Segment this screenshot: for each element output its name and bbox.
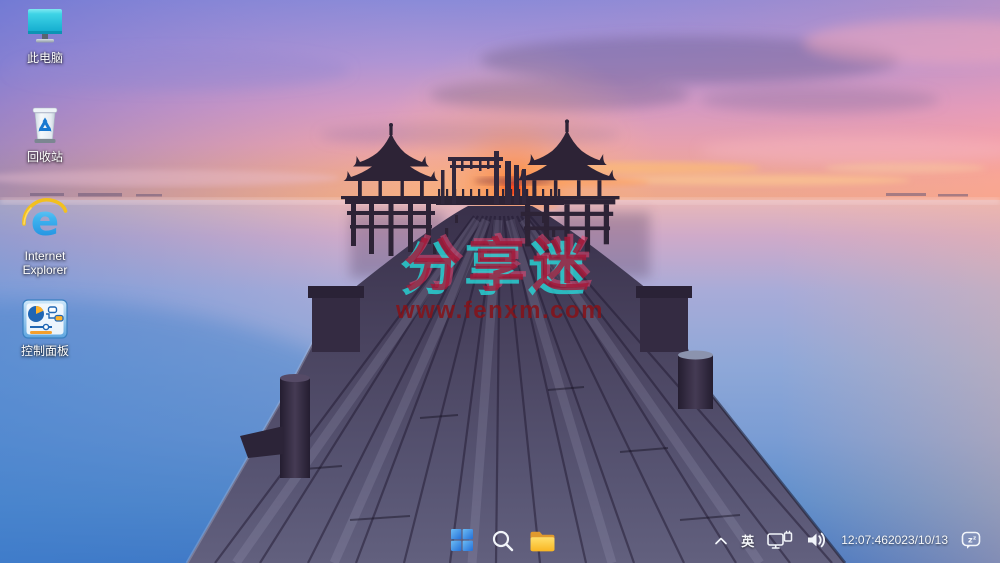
desktop: 分享迷 www.fenxm.com 此电脑 bbox=[0, 0, 1000, 563]
search-button[interactable] bbox=[486, 521, 518, 559]
tray-volume[interactable] bbox=[804, 523, 830, 557]
tray-hidden-icons-chevron[interactable] bbox=[712, 523, 730, 557]
tray-clock[interactable]: 12:07:46 2023/10/13 bbox=[839, 523, 950, 557]
desktop-icon-label: 回收站 bbox=[27, 150, 63, 164]
tray-language-indicator[interactable]: 英 bbox=[739, 523, 756, 557]
start-button[interactable] bbox=[446, 521, 478, 559]
desktop-icon-label: Internet Explorer bbox=[7, 249, 83, 277]
desktop-icon-this-pc[interactable]: 此电脑 bbox=[6, 6, 84, 65]
speaker-volume-icon bbox=[806, 531, 828, 549]
network-ethernet-icon bbox=[767, 530, 793, 550]
this-pc-icon bbox=[23, 6, 67, 48]
wallpaper-sunset-pier bbox=[0, 0, 1000, 563]
tray-date: 2023/10/13 bbox=[888, 533, 948, 547]
control-panel-icon bbox=[22, 299, 68, 341]
windows-start-icon bbox=[450, 528, 474, 552]
desktop-icon-recycle-bin[interactable]: 回收站 bbox=[6, 103, 84, 164]
search-icon bbox=[491, 529, 514, 552]
notification-do-not-disturb-icon: z z bbox=[961, 530, 982, 550]
taskbar-tray: 英 12:07:46 202 bbox=[712, 517, 984, 563]
tray-time: 12:07:46 bbox=[841, 533, 888, 547]
taskbar-center-group bbox=[446, 517, 558, 563]
file-explorer-icon bbox=[529, 529, 556, 552]
svg-text:z: z bbox=[973, 536, 976, 542]
recycle-bin-icon bbox=[23, 103, 67, 147]
desktop-icon-label: 控制面板 bbox=[21, 344, 69, 358]
taskbar: 英 12:07:46 202 bbox=[0, 517, 1000, 563]
internet-explorer-icon: e bbox=[20, 194, 70, 246]
desktop-icon-control-panel[interactable]: 控制面板 bbox=[6, 299, 84, 358]
tray-notification-center[interactable]: z z bbox=[959, 523, 984, 557]
desktop-icon-label: 此电脑 bbox=[27, 51, 63, 65]
desktop-icon-internet-explorer[interactable]: e Internet Explorer bbox=[6, 194, 84, 277]
chevron-up-icon bbox=[714, 536, 728, 545]
tray-network[interactable] bbox=[765, 523, 795, 557]
file-explorer-button[interactable] bbox=[526, 521, 558, 559]
